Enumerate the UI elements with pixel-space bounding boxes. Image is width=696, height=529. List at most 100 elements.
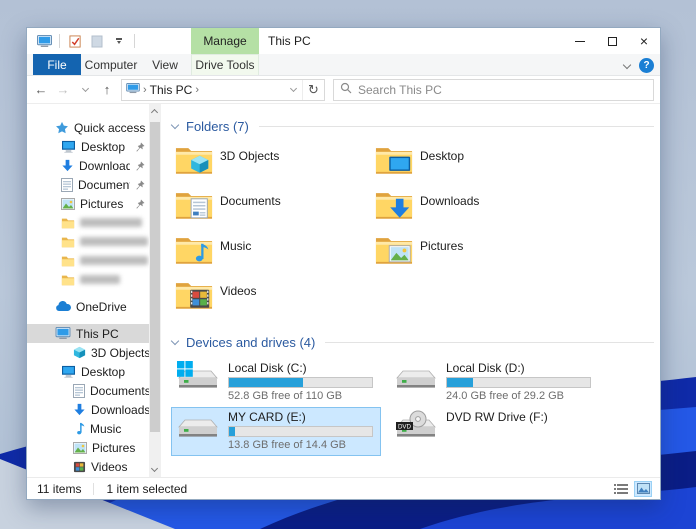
folder-icon xyxy=(375,144,413,180)
drive-name: Local Disk (D:) xyxy=(446,361,591,375)
group-label: Folders (7) xyxy=(186,119,249,134)
address-dropdown-chevron-icon[interactable] xyxy=(284,80,302,100)
minimize-button[interactable] xyxy=(564,28,596,54)
drive-usage-bar xyxy=(228,426,373,437)
close-button[interactable]: × xyxy=(628,28,660,54)
folder-tile-documents[interactable]: Documents xyxy=(175,187,375,232)
sidebar-item-downloads[interactable]: Downloads xyxy=(27,400,149,419)
forward-button[interactable]: → xyxy=(53,80,73,100)
back-button[interactable]: ← xyxy=(31,80,51,100)
folder-tile-music[interactable]: Music xyxy=(175,232,375,277)
details-view-icon[interactable] xyxy=(612,481,630,497)
tab-drive-tools[interactable]: Drive Tools xyxy=(191,54,259,75)
new-item-icon[interactable] xyxy=(88,32,106,50)
folder-icon xyxy=(175,234,213,270)
music-icon xyxy=(73,422,85,435)
svg-text:DVD: DVD xyxy=(398,423,412,430)
folder-tile-3d-objects[interactable]: 3D Objects xyxy=(175,142,375,187)
sidebar-item-local-disk-c-[interactable]: Local Disk (C:) xyxy=(27,476,149,477)
collapse-chevron-icon[interactable] xyxy=(171,338,180,347)
toolbar-separator xyxy=(134,34,135,48)
large-icons-view-icon[interactable] xyxy=(634,481,652,497)
group-header-devices[interactable]: Devices and drives (4) xyxy=(171,332,654,352)
objects3d-icon xyxy=(73,346,86,359)
sidebar-item-3d-objects[interactable]: 3D Objects xyxy=(27,343,149,362)
sidebar-item-redacted[interactable] xyxy=(27,270,149,289)
documents-icon xyxy=(73,384,85,398)
address-bar[interactable]: › This PC › ↻ xyxy=(121,79,325,101)
sidebar-item-videos[interactable]: Videos xyxy=(27,457,149,476)
folder-tile-pictures[interactable]: Pictures xyxy=(375,232,575,277)
computer-icon[interactable] xyxy=(35,32,53,50)
folder-icon xyxy=(175,189,213,225)
file-explorer-window: Manage This PC × File Computer View Driv… xyxy=(26,27,661,500)
manage-contextual-group: Manage xyxy=(191,28,259,54)
sidebar-item-label: Downloads xyxy=(79,159,130,173)
sidebar-item-desktop[interactable]: Desktop xyxy=(27,137,149,156)
help-icon[interactable]: ? xyxy=(639,58,654,73)
redacted-label xyxy=(80,275,120,284)
tab-computer[interactable]: Computer xyxy=(81,54,141,75)
folder-name: Pictures xyxy=(420,239,463,253)
group-header-folders[interactable]: Folders (7) xyxy=(171,116,654,136)
sidebar-item-music[interactable]: Music xyxy=(27,419,149,438)
scroll-up-icon[interactable] xyxy=(149,104,161,118)
drive-tile-local-disk-c-[interactable]: Local Disk (C:)52.8 GB free of 110 GB xyxy=(171,358,381,407)
breadcrumb-this-pc[interactable]: This PC xyxy=(150,83,193,97)
pin-icon xyxy=(135,161,145,171)
folder-tile-videos[interactable]: Videos xyxy=(175,277,375,322)
search-box[interactable] xyxy=(333,79,654,101)
sidebar-item-label: 3D Objects xyxy=(91,346,149,360)
scroll-down-icon[interactable] xyxy=(149,463,161,477)
customize-toolbar-chevron-icon[interactable] xyxy=(110,32,128,50)
scrollbar-thumb[interactable] xyxy=(150,122,160,432)
folder-name: Desktop xyxy=(420,149,464,163)
pin-icon xyxy=(135,180,145,190)
expand-ribbon-chevron-icon[interactable] xyxy=(623,61,631,69)
desktop-icon xyxy=(61,365,76,378)
sidebar-item-desktop[interactable]: Desktop xyxy=(27,362,149,381)
drive-tile-dvd-rw-drive-f-[interactable]: DVDDVD RW Drive (F:) xyxy=(389,407,599,456)
drive-tile-my-card-e-[interactable]: MY CARD (E:)13.8 GB free of 14.4 GB xyxy=(171,407,381,456)
tab-file[interactable]: File xyxy=(33,54,81,75)
drive-dvd-icon: DVD xyxy=(394,410,438,448)
refresh-icon[interactable]: ↻ xyxy=(302,80,324,100)
maximize-button[interactable] xyxy=(596,28,628,54)
search-icon xyxy=(340,81,352,99)
folder-name: Videos xyxy=(220,284,256,298)
drive-name: Local Disk (C:) xyxy=(228,361,373,375)
sidebar-item-pictures[interactable]: Pictures xyxy=(27,194,149,213)
folder-tile-desktop[interactable]: Desktop xyxy=(375,142,575,187)
sidebar-item-redacted[interactable] xyxy=(27,232,149,251)
sidebar-item-this-pc[interactable]: This PC xyxy=(27,324,149,343)
sidebar-item-redacted[interactable] xyxy=(27,213,149,232)
drive-tile-local-disk-d-[interactable]: Local Disk (D:)24.0 GB free of 29.2 GB xyxy=(389,358,599,407)
sidebar-item-redacted[interactable] xyxy=(27,251,149,270)
drive-icon xyxy=(176,410,220,448)
sidebar-item-quick-access[interactable]: Quick access xyxy=(27,118,149,137)
folder-name: Documents xyxy=(220,194,281,208)
up-button[interactable]: ↑ xyxy=(97,80,117,100)
redacted-label xyxy=(80,218,142,227)
videos-icon xyxy=(73,461,86,473)
folder-tile-downloads[interactable]: Downloads xyxy=(375,187,575,232)
search-input[interactable] xyxy=(358,83,647,97)
pin-icon xyxy=(135,199,145,209)
recent-locations-chevron-icon[interactable] xyxy=(75,80,95,100)
status-separator xyxy=(93,483,94,495)
folder-icon xyxy=(61,274,75,286)
breadcrumb: › This PC › xyxy=(122,83,284,97)
sidebar-item-pictures[interactable]: Pictures xyxy=(27,438,149,457)
properties-check-icon[interactable] xyxy=(66,32,84,50)
collapse-chevron-icon[interactable] xyxy=(171,122,180,131)
folder-icon xyxy=(61,236,75,248)
sidebar-item-downloads[interactable]: Downloads xyxy=(27,156,149,175)
tab-view[interactable]: View xyxy=(141,54,189,75)
sidebar-item-documents[interactable]: Documents xyxy=(27,381,149,400)
sidebar-scrollbar[interactable] xyxy=(149,104,161,477)
drive-usage-bar xyxy=(228,377,373,388)
downloads-icon xyxy=(73,403,86,416)
sidebar-item-onedrive[interactable]: OneDrive xyxy=(27,297,149,316)
sidebar-item-documents[interactable]: Documents xyxy=(27,175,149,194)
group-label: Devices and drives (4) xyxy=(186,335,315,350)
